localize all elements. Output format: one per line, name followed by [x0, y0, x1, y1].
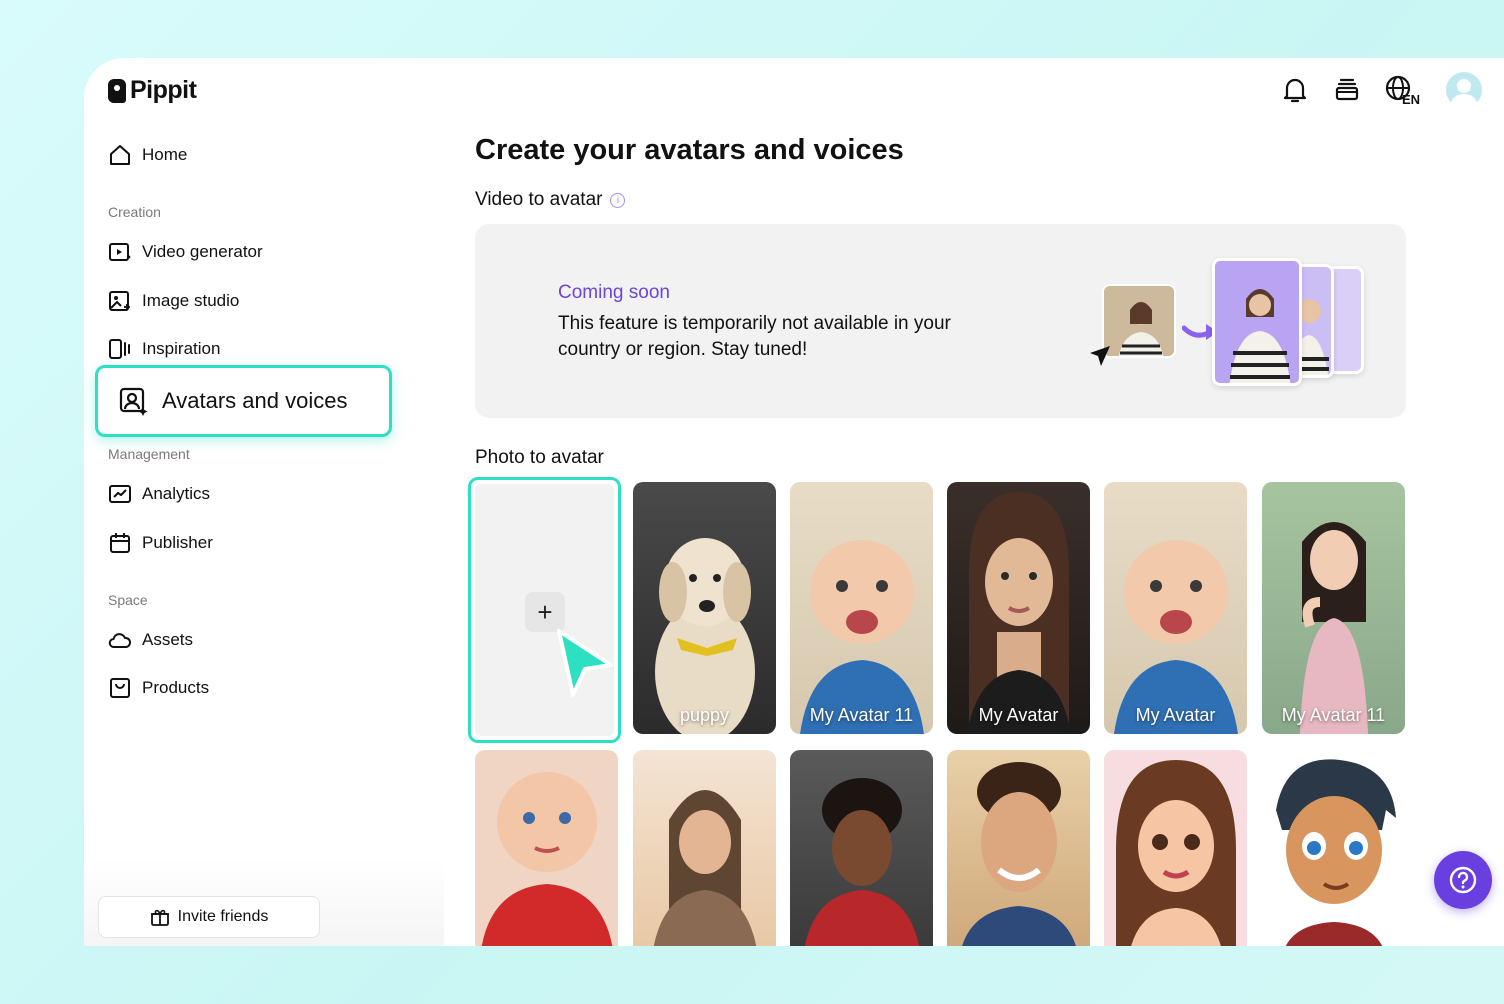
add-avatar-tile[interactable]: +	[468, 477, 621, 743]
sidebar-item-label: Inspiration	[142, 339, 221, 358]
avatar-icon	[119, 387, 148, 416]
cloud-icon	[108, 633, 132, 648]
avatar-tile-cartoon-woman[interactable]	[1104, 750, 1247, 946]
avatar-tile-woman-pink[interactable]: My Avatar 11	[1262, 482, 1405, 734]
section-label-space: Space	[108, 592, 148, 608]
avatar-tile-puppy[interactable]: puppy	[633, 482, 776, 734]
avatar-tile-man-smiling[interactable]	[947, 750, 1090, 946]
man-smiling-photo	[962, 762, 1076, 946]
coming-soon-card: Coming soon This feature is temporarily …	[475, 224, 1406, 418]
sidebar-item-image-studio[interactable]: Image studio	[108, 287, 239, 315]
section-title: Video to avatar	[475, 189, 603, 210]
home-icon	[110, 145, 130, 165]
product-box-icon	[110, 678, 130, 698]
sidebar-item-inspiration[interactable]: Inspiration	[108, 335, 220, 363]
video-to-avatar-heading: Video to avatar i	[475, 189, 626, 211]
sidebar-item-label: Home	[142, 145, 188, 164]
invite-friends-label: Invite friends	[177, 908, 269, 925]
sidebar-item-label: Analytics	[142, 484, 211, 503]
cursor-arrow-icon	[1090, 346, 1110, 366]
section-label-creation: Creation	[108, 204, 161, 220]
source-video-thumbnail	[1102, 284, 1176, 358]
avatar-tile-baby[interactable]: My Avatar 11	[790, 482, 933, 734]
avatar-label: My Avatar	[1135, 705, 1216, 725]
help-button[interactable]	[1434, 851, 1492, 909]
sidebar-item-video-generator[interactable]: Video generator	[108, 238, 263, 266]
avatar-tile-woman[interactable]: My Avatar	[947, 482, 1090, 734]
sidebar-item-analytics[interactable]: Analytics	[108, 480, 210, 508]
man-curly-hair-photo	[804, 778, 920, 946]
analytics-icon	[109, 485, 131, 503]
cartoon-boy-illustration	[1276, 759, 1396, 946]
avatar-tile-baby-2[interactable]: My Avatar	[1104, 482, 1247, 734]
unavailable-message: This feature is temporarily not availabl…	[558, 313, 951, 360]
language-globe-icon[interactable]: EN	[1384, 73, 1424, 107]
gift-icon	[150, 909, 169, 926]
avatar-label: puppy	[679, 705, 730, 725]
photo-to-avatar-heading: Photo to avatar	[475, 447, 604, 469]
woman-sunset-photo	[653, 790, 757, 946]
language-badge: EN	[1402, 92, 1420, 106]
invite-friends-button[interactable]: Invite friends	[98, 896, 320, 938]
avatar-label: My Avatar 11	[1281, 705, 1386, 725]
baby-photo	[1114, 540, 1238, 734]
inspiration-icon	[109, 339, 130, 359]
section-title: Photo to avatar	[475, 447, 604, 468]
dog-photo	[655, 538, 755, 734]
avatar-tile-man-curly[interactable]	[790, 750, 933, 946]
coming-soon-label: Coming soon	[558, 282, 670, 303]
app-name: Pippit	[130, 76, 197, 104]
header-actions: EN	[1280, 72, 1482, 108]
section-label-management: Management	[108, 446, 190, 462]
sidebar-item-label: Video generator	[142, 242, 263, 261]
woman-photo	[967, 492, 1071, 734]
avatar-tile-cartoon-boy[interactable]	[1262, 750, 1405, 946]
app-logo[interactable]: Pippit	[108, 76, 197, 105]
sidebar-item-home[interactable]: Home	[108, 141, 187, 169]
baby-red-shirt-photo	[481, 772, 613, 946]
pointer-cursor-icon	[557, 629, 613, 697]
sidebar-item-label: Image studio	[142, 291, 240, 310]
app-window: Pippit EN Home Creation Video generator …	[84, 58, 1504, 946]
avatar-tile-baby-red[interactable]	[475, 750, 618, 946]
image-studio-icon	[109, 291, 130, 311]
page-title: Create your avatars and voices	[475, 134, 904, 166]
video-generator-icon	[109, 243, 131, 261]
stack-icon[interactable]	[1332, 73, 1362, 107]
sidebar-item-products[interactable]: Products	[108, 674, 209, 702]
avatar-label: My Avatar 11	[809, 705, 914, 725]
sidebar-item-label: Avatars and voices	[162, 388, 348, 413]
calendar-icon	[110, 533, 130, 553]
question-mark-icon	[1449, 866, 1477, 894]
baby-photo	[800, 540, 924, 734]
pippit-logo-icon	[108, 78, 126, 103]
sidebar-item-publisher[interactable]: Publisher	[108, 529, 213, 557]
avatar-tile-woman-sunset[interactable]	[633, 750, 776, 946]
sidebar-item-avatars-and-voices[interactable]: Avatars and voices	[95, 365, 392, 437]
sidebar-item-label: Publisher	[142, 533, 213, 552]
sidebar-item-label: Products	[142, 678, 210, 697]
bell-icon[interactable]	[1280, 73, 1310, 107]
sidebar-item-label: Assets	[142, 630, 194, 649]
cartoon-woman-illustration	[1116, 760, 1236, 946]
avatar-label: My Avatar	[978, 705, 1059, 725]
woman-pink-dress-photo	[1300, 522, 1368, 734]
avatar-card-front	[1212, 258, 1302, 386]
info-icon[interactable]: i	[610, 192, 626, 208]
sidebar-item-assets[interactable]: Assets	[108, 626, 193, 654]
user-avatar[interactable]	[1446, 72, 1482, 108]
